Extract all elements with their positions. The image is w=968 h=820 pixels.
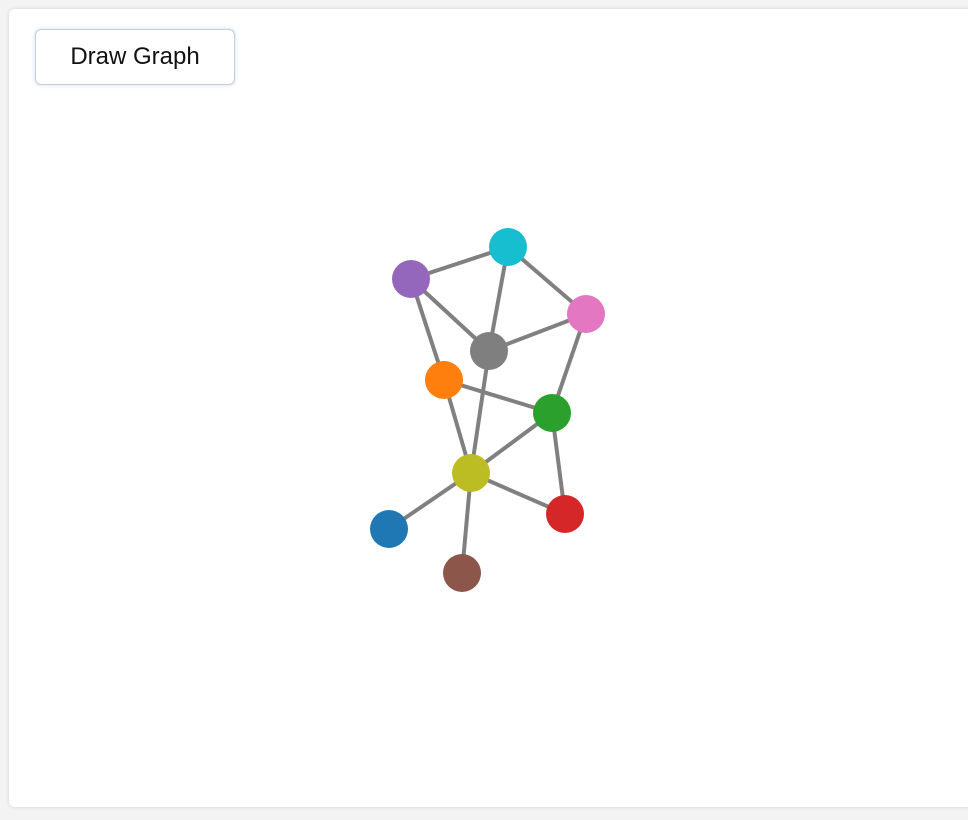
- node-brown[interactable]: [443, 554, 481, 592]
- node-pink[interactable]: [567, 295, 605, 333]
- node-red[interactable]: [546, 495, 584, 533]
- node-green[interactable]: [533, 394, 571, 432]
- node-orange[interactable]: [425, 361, 463, 399]
- node-olive[interactable]: [452, 454, 490, 492]
- node-purple[interactable]: [392, 260, 430, 298]
- node-cyan[interactable]: [489, 228, 527, 266]
- graph-panel: [9, 9, 968, 807]
- node-gray[interactable]: [470, 332, 508, 370]
- draw-graph-button[interactable]: Draw Graph: [35, 29, 235, 85]
- node-blue[interactable]: [370, 510, 408, 548]
